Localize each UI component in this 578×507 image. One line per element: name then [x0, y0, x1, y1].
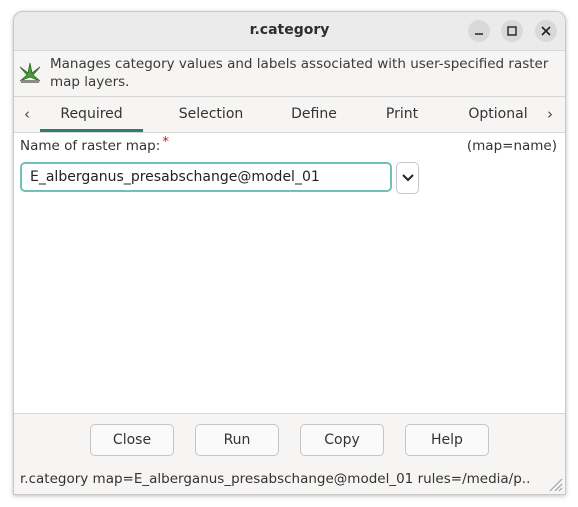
minimize-button[interactable]: [468, 20, 490, 42]
close-window-button[interactable]: [535, 20, 557, 42]
tab-required[interactable]: Required: [40, 106, 143, 122]
parameter-hint: (map=name): [466, 138, 557, 154]
tab-scroll-right-icon[interactable]: ›: [547, 105, 553, 123]
tab-define[interactable]: Define: [279, 106, 349, 122]
raster-map-dropdown-button[interactable]: [396, 162, 419, 194]
command-preview: r.category map=E_alberganus_presabschang…: [20, 471, 530, 487]
minimize-icon: [475, 33, 483, 35]
copy-button[interactable]: Copy: [300, 424, 384, 456]
required-marker: *: [162, 134, 170, 150]
module-dialog: r.category Manages category values and l…: [13, 11, 566, 495]
grass-module-icon: [19, 62, 41, 83]
button-bar: Close Run Copy Help: [14, 413, 565, 464]
tab-selection[interactable]: Selection: [164, 106, 258, 122]
status-bar: r.category map=E_alberganus_presabschang…: [14, 466, 565, 494]
tab-optional[interactable]: Optional: [458, 106, 538, 122]
run-button[interactable]: Run: [195, 424, 279, 456]
tab-print[interactable]: Print: [372, 106, 432, 122]
chevron-down-icon: [402, 174, 414, 182]
raster-map-label-text: Name of raster map:: [20, 138, 161, 154]
raster-map-input[interactable]: E_alberganus_presabschange@model_01: [20, 162, 392, 192]
close-icon: [541, 26, 551, 36]
resize-grip-icon[interactable]: [547, 476, 563, 492]
active-tab-indicator: [40, 129, 143, 132]
tab-scroll-left-icon[interactable]: ‹: [24, 105, 30, 123]
maximize-icon: [507, 26, 517, 36]
required-panel: Name of raster map: * (map=name) E_alberg…: [14, 133, 565, 413]
raster-map-label: Name of raster map: *: [20, 134, 169, 154]
title-bar[interactable]: r.category: [14, 12, 565, 51]
close-button[interactable]: Close: [90, 424, 174, 456]
tab-bar: ‹ Required Selection Define Print Option…: [14, 97, 565, 133]
help-button[interactable]: Help: [405, 424, 489, 456]
maximize-button[interactable]: [501, 20, 523, 42]
description-text: Manages category values and labels assoc…: [50, 56, 549, 90]
module-description: Manages category values and labels assoc…: [14, 51, 565, 97]
